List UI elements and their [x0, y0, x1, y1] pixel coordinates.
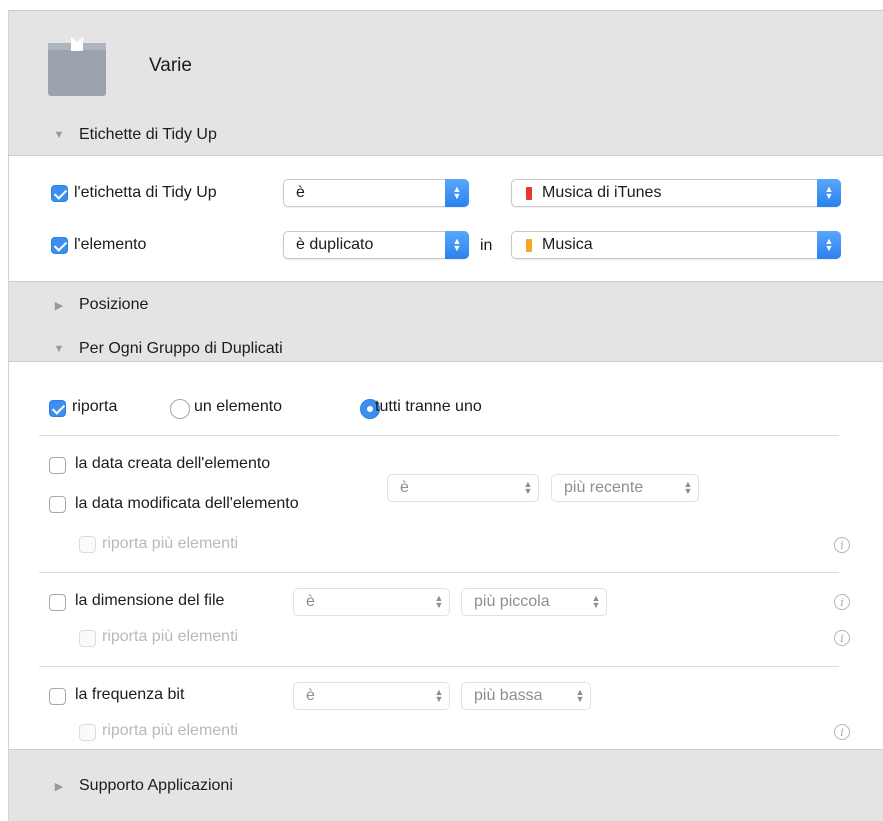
bitrate-operator-popup[interactable]: è ▲ ▼ [293, 682, 450, 710]
per-group-panel: riporta un elemento tutti tranne uno la … [9, 361, 883, 750]
section-label: Posizione [79, 296, 149, 313]
disclosure-down-icon[interactable]: ▼ [53, 115, 65, 155]
element-operator-popup[interactable]: è duplicato ▲ ▼ [283, 231, 469, 259]
popup-value: più piccola [474, 593, 550, 610]
section-app-support[interactable]: ▶ Supporto Applicazioni [9, 766, 883, 806]
modified-date-checkbox[interactable] [49, 496, 66, 513]
divider [39, 572, 839, 573]
in-connector-label: in [480, 237, 493, 254]
box-icon [48, 37, 106, 96]
tidy-up-panel: l'etichetta di Tidy Up è ▲ ▼ Musica di iT… [9, 155, 883, 282]
section-label: Etichette di Tidy Up [79, 126, 217, 143]
popup-value: Musica [542, 236, 593, 253]
updown-arrow-icon: ▲ ▼ [817, 231, 841, 259]
updown-arrow-icon: ▲ ▼ [523, 479, 533, 496]
popup-value: più recente [564, 479, 644, 496]
divider [39, 666, 839, 667]
popup-value: è duplicato [296, 236, 374, 253]
section-position[interactable]: ▶ Posizione [9, 285, 883, 325]
radio-one-element[interactable] [170, 399, 190, 419]
page-title: Varie [149, 55, 192, 76]
tidy-label-operator-popup[interactable]: è ▲ ▼ [283, 179, 469, 207]
section-label: Supporto Applicazioni [79, 777, 233, 794]
element-location-popup[interactable]: Musica ▲ ▼ [511, 231, 841, 259]
file-size-checkbox[interactable] [49, 594, 66, 611]
updown-arrow-icon: ▲ ▼ [434, 687, 444, 704]
red-tag-swatch [526, 187, 532, 200]
radio-one-element-label: un elemento [194, 398, 283, 415]
disclosure-right-icon[interactable]: ▶ [53, 285, 65, 325]
updown-arrow-icon: ▲ ▼ [591, 593, 601, 610]
modified-date-label: la data modificata dell'elemento [75, 495, 299, 512]
popup-value: più bassa [474, 687, 543, 704]
bitrate-checkbox[interactable] [49, 688, 66, 705]
bitrate-value-popup[interactable]: più bassa ▲ ▼ [461, 682, 591, 710]
tidy-label-text: l'etichetta di Tidy Up [74, 184, 217, 201]
report-label: riporta [72, 398, 118, 415]
updown-arrow-icon: ▲ ▼ [445, 231, 469, 259]
dates-value-popup[interactable]: più recente ▲ ▼ [551, 474, 699, 502]
report-checkbox[interactable] [49, 400, 66, 417]
bitrate-multi-label: riporta più elementi [102, 722, 239, 739]
orange-tag-swatch [526, 239, 532, 252]
element-label: l'elemento [74, 236, 147, 253]
size-operator-popup[interactable]: è ▲ ▼ [293, 588, 450, 616]
tidy-label-checkbox[interactable] [51, 185, 68, 202]
dates-multi-checkbox[interactable] [79, 536, 96, 553]
tidy-label-value-popup[interactable]: Musica di iTunes ▲ ▼ [511, 179, 841, 207]
size-value-popup[interactable]: più piccola ▲ ▼ [461, 588, 607, 616]
bitrate-label: la frequenza bit [75, 686, 185, 703]
popup-value: è [306, 593, 315, 610]
updown-arrow-icon: ▲ ▼ [434, 593, 444, 610]
info-icon[interactable]: i [834, 594, 850, 610]
section-tidy-up-labels[interactable]: ▼ Etichette di Tidy Up [9, 115, 883, 155]
dates-operator-popup[interactable]: è ▲ ▼ [387, 474, 539, 502]
divider [39, 435, 839, 436]
disclosure-right-icon[interactable]: ▶ [53, 766, 65, 806]
popup-value: è [400, 479, 409, 496]
size-multi-label: riporta più elementi [102, 628, 239, 645]
updown-arrow-icon: ▲ ▼ [445, 179, 469, 207]
element-checkbox[interactable] [51, 237, 68, 254]
rule-editor-window: Varie ▼ Etichette di Tidy Up l'etichetta… [8, 10, 883, 821]
size-multi-checkbox[interactable] [79, 630, 96, 647]
bitrate-multi-checkbox[interactable] [79, 724, 96, 741]
info-icon[interactable]: i [834, 630, 850, 646]
dates-multi-label: riporta più elementi [102, 535, 239, 552]
radio-all-but-one-label: tutti tranne uno [375, 398, 482, 415]
created-date-label: la data creata dell'elemento [75, 455, 271, 472]
updown-arrow-icon: ▲ ▼ [683, 479, 693, 496]
info-icon[interactable]: i [834, 537, 850, 553]
file-size-label: la dimensione del file [75, 592, 225, 609]
popup-value: Musica di iTunes [542, 184, 662, 201]
created-date-checkbox[interactable] [49, 457, 66, 474]
updown-arrow-icon: ▲ ▼ [817, 179, 841, 207]
popup-value: è [296, 184, 305, 201]
updown-arrow-icon: ▲ ▼ [575, 687, 585, 704]
popup-value: è [306, 687, 315, 704]
info-icon[interactable]: i [834, 724, 850, 740]
